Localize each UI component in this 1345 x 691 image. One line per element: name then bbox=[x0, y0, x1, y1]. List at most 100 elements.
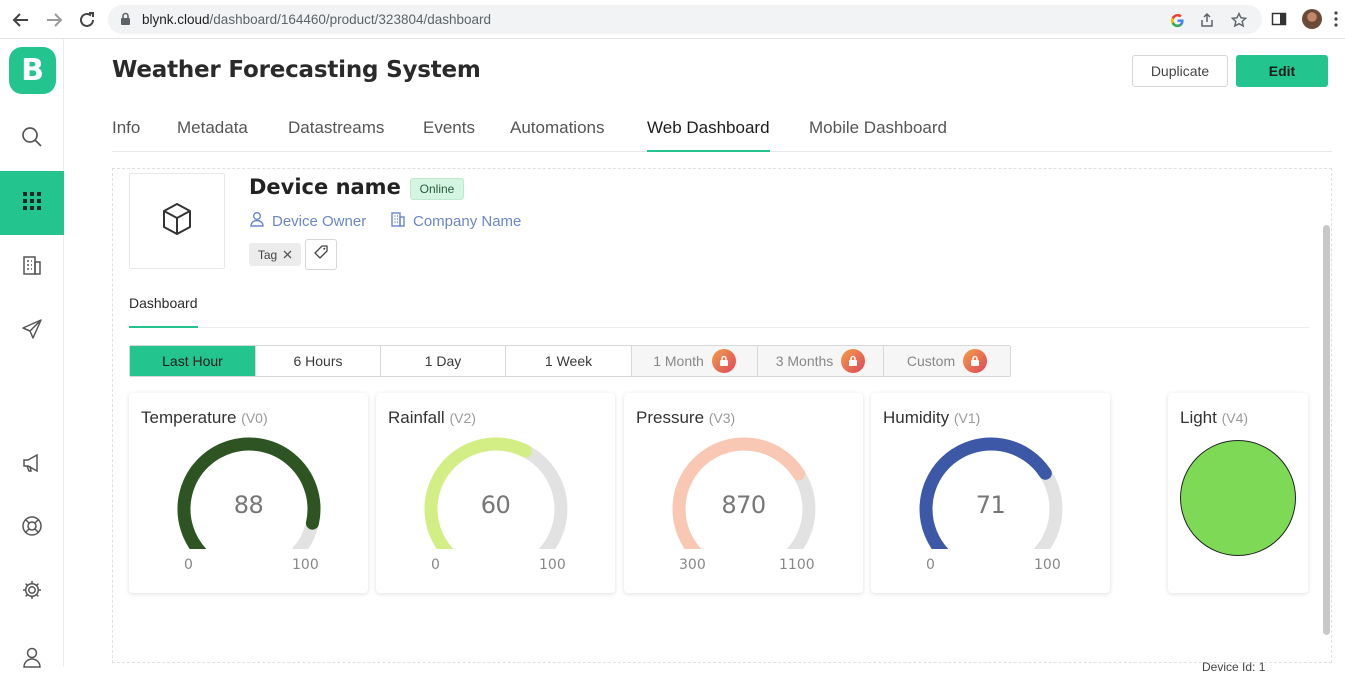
gauge-arc bbox=[424, 437, 568, 549]
range-label: 6 Hours bbox=[293, 353, 343, 369]
url-text: blynk.cloud/dashboard/164460/product/323… bbox=[142, 12, 492, 27]
gauge-arc bbox=[672, 437, 816, 549]
lock-icon bbox=[711, 349, 736, 373]
lock-icon bbox=[841, 349, 866, 373]
kebab-menu-icon[interactable] bbox=[1333, 10, 1339, 33]
range-custom[interactable]: Custom bbox=[884, 346, 1010, 376]
lifebuoy-icon bbox=[21, 515, 43, 542]
side-panel-icon[interactable] bbox=[1268, 8, 1290, 30]
gauge-value: 71 bbox=[975, 491, 1006, 519]
gear-icon bbox=[21, 579, 43, 606]
range-last-hour[interactable]: Last Hour bbox=[130, 346, 256, 376]
tab-bar: Info Metadata Datastreams Events Automat… bbox=[112, 118, 1332, 152]
gauge-widget-pressure[interactable]: Pressure (V3) 870 300 1100 bbox=[624, 393, 863, 593]
sidebar: B bbox=[0, 39, 64, 668]
led-widget-light[interactable]: Light (V4) bbox=[1168, 393, 1308, 593]
gauge-widget-rainfall[interactable]: Rainfall (V2) 60 0 100 bbox=[376, 393, 615, 593]
profile-avatar[interactable] bbox=[1302, 9, 1322, 29]
company-name-link[interactable]: Company Name bbox=[390, 211, 521, 231]
subtab-active-indicator bbox=[129, 326, 198, 328]
gauge-min: 300 bbox=[679, 557, 706, 573]
widget-title: Temperature (V0) bbox=[141, 408, 268, 427]
edit-button[interactable]: Edit bbox=[1236, 55, 1328, 87]
sidebar-item-templates[interactable] bbox=[0, 171, 64, 235]
range-3-months[interactable]: 3 Months bbox=[758, 346, 884, 376]
address-bar[interactable]: blynk.cloud/dashboard/164460/product/323… bbox=[108, 5, 1262, 34]
widget-title: Light (V4) bbox=[1180, 408, 1249, 427]
widget-title: Pressure (V3) bbox=[636, 408, 736, 427]
subtab-dashboard[interactable]: Dashboard bbox=[129, 295, 198, 311]
device-owner-label: Device Owner bbox=[272, 212, 367, 230]
widget-title: Rainfall (V2) bbox=[388, 408, 476, 427]
range-6-hours[interactable]: 6 Hours bbox=[256, 346, 381, 376]
gauge-min: 0 bbox=[926, 557, 935, 573]
range-label: 3 Months bbox=[775, 353, 834, 369]
gauge-min: 0 bbox=[431, 557, 440, 573]
sidebar-item-search[interactable] bbox=[0, 107, 64, 171]
range-label: Custom bbox=[906, 353, 956, 369]
gauge-value: 60 bbox=[480, 491, 511, 519]
blynk-logo[interactable]: B bbox=[9, 47, 56, 94]
grid-icon bbox=[21, 190, 43, 217]
add-tag-button[interactable] bbox=[305, 239, 337, 270]
status-badge: Online bbox=[410, 178, 464, 200]
tab-mobile-dashboard[interactable]: Mobile Dashboard bbox=[809, 118, 947, 152]
sidebar-item-help[interactable] bbox=[0, 496, 64, 560]
tab-datastreams[interactable]: Datastreams bbox=[288, 118, 384, 152]
range-1-day[interactable]: 1 Day bbox=[381, 346, 506, 376]
time-range-selector: Last Hour 6 Hours 1 Day 1 Week 1 Month 3… bbox=[129, 345, 1011, 377]
subtab-divider bbox=[129, 327, 1309, 328]
gauge-widget-temperature[interactable]: Temperature (V0) 88 0 100 bbox=[129, 393, 368, 593]
sidebar-item-settings[interactable] bbox=[0, 560, 64, 624]
range-label: 1 Week bbox=[544, 353, 593, 369]
gauge-widget-humidity[interactable]: Humidity (V1) 71 0 100 bbox=[871, 393, 1110, 593]
device-name: Device name bbox=[249, 175, 401, 199]
tag-chip[interactable]: Tag bbox=[249, 243, 301, 266]
back-arrow-icon[interactable] bbox=[9, 8, 33, 32]
footer-device-id: Device Id: 1 bbox=[1202, 660, 1266, 674]
range-1-week[interactable]: 1 Week bbox=[506, 346, 632, 376]
gauge-value: 88 bbox=[233, 491, 264, 519]
sidebar-item-announcements[interactable] bbox=[0, 433, 64, 497]
megaphone-icon bbox=[21, 452, 43, 479]
user-badge-icon bbox=[21, 646, 43, 673]
gauge-min: 0 bbox=[184, 557, 193, 573]
gauge-value: 870 bbox=[721, 491, 766, 519]
gauge-max: 100 bbox=[1034, 557, 1061, 573]
device-owner-link[interactable]: Device Owner bbox=[249, 211, 366, 231]
company-name-label: Company Name bbox=[413, 212, 522, 230]
search-icon bbox=[21, 126, 43, 153]
device-image bbox=[129, 173, 225, 269]
range-label: 1 Month bbox=[653, 353, 704, 369]
tag-label: Tag bbox=[257, 247, 278, 262]
lock-icon bbox=[963, 349, 988, 373]
building-icon bbox=[390, 211, 406, 231]
close-icon[interactable] bbox=[283, 248, 292, 262]
sidebar-item-profile[interactable] bbox=[0, 627, 64, 691]
gauge-max: 100 bbox=[539, 557, 566, 573]
reload-icon[interactable] bbox=[75, 8, 99, 32]
widget-title: Humidity (V1) bbox=[883, 408, 981, 427]
range-label: Last Hour bbox=[162, 353, 223, 369]
share-icon[interactable] bbox=[1196, 9, 1218, 31]
star-icon[interactable] bbox=[1228, 9, 1250, 31]
range-1-month[interactable]: 1 Month bbox=[632, 346, 758, 376]
tab-events[interactable]: Events bbox=[423, 118, 475, 152]
duplicate-button[interactable]: Duplicate bbox=[1132, 55, 1228, 87]
sidebar-item-messages[interactable] bbox=[0, 299, 64, 363]
tab-info[interactable]: Info bbox=[112, 118, 140, 152]
sidebar-item-organizations[interactable] bbox=[0, 235, 64, 299]
lock-icon bbox=[120, 12, 131, 31]
page-title: Weather Forecasting System bbox=[112, 57, 481, 83]
tag-icon bbox=[313, 244, 329, 265]
gauge-max: 1100 bbox=[779, 557, 815, 573]
google-icon[interactable] bbox=[1166, 9, 1188, 31]
vertical-scrollbar[interactable] bbox=[1323, 225, 1330, 635]
tab-web-dashboard[interactable]: Web Dashboard bbox=[647, 118, 770, 152]
range-label: 1 Day bbox=[424, 353, 462, 369]
gauge-arc bbox=[919, 437, 1063, 549]
tab-automations[interactable]: Automations bbox=[510, 118, 605, 152]
tab-metadata[interactable]: Metadata bbox=[177, 118, 248, 152]
forward-arrow-icon[interactable] bbox=[42, 8, 66, 32]
building-icon bbox=[21, 254, 43, 281]
